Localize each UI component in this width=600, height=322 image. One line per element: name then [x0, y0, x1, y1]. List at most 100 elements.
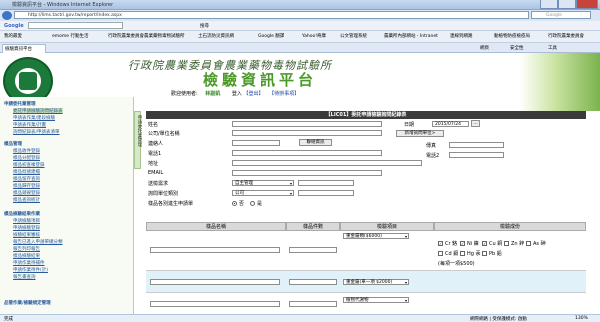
checkbox-hg[interactable]: [460, 251, 465, 256]
checkbox-as[interactable]: [526, 241, 531, 246]
sidebar-item[interactable]: 樣品收件登錄: [13, 148, 40, 154]
sidebar-item[interactable]: 樣品批號建檔: [13, 169, 40, 175]
sidebar-item[interactable]: 報告書查詢: [13, 274, 36, 280]
search-input[interactable]: Google: [531, 11, 591, 19]
checkbox-pb[interactable]: [482, 251, 487, 256]
sidebar-item[interactable]: 申請表作業/計畫: [13, 122, 46, 128]
sidebar-toggle-tab[interactable]: 申請委托業管理: [134, 111, 142, 169]
sample-name-field[interactable]: [150, 247, 280, 253]
checkbox-cu[interactable]: ✓: [482, 241, 487, 246]
sidebar-section-title[interactable]: 樣品檢驗結果作業: [4, 211, 40, 217]
address-row: http://lims.tactri.gov.tw/report/Index.a…: [0, 10, 600, 21]
address-field[interactable]: [232, 160, 422, 166]
sidebar-item[interactable]: 報告列印報告: [13, 246, 40, 252]
new-company-button[interactable]: 新增詢問單位>: [396, 130, 444, 137]
sidebar-item[interactable]: 樣品留存查詢: [13, 176, 40, 182]
checkbox-ni[interactable]: ✓: [460, 241, 465, 246]
sidebar-item[interactable]: 申請檢驗項目: [13, 218, 40, 224]
favorite-item[interactable]: 土石流防災資訊網: [198, 33, 234, 39]
radio-no[interactable]: [232, 201, 237, 206]
col-sample-name: 樣品名稱: [146, 222, 286, 231]
sample-name-field[interactable]: [150, 301, 280, 307]
radio-yes[interactable]: [250, 201, 255, 206]
test-item-select[interactable]: 重金屬類($6000): [343, 233, 409, 239]
client-type-other-field[interactable]: [298, 190, 354, 196]
minimize-button[interactable]: [540, 0, 558, 9]
sidebar-item[interactable]: 申請檢驗登錄: [13, 225, 40, 231]
sidebar-section-title[interactable]: 申請委托業管理: [4, 101, 36, 107]
sidebar-item[interactable]: 申請作業待件(計): [13, 267, 48, 273]
favorite-item[interactable]: 公文管理系統: [340, 33, 367, 39]
sidebar-item[interactable]: 樣品分配登錄: [13, 155, 40, 161]
sidebar-item[interactable]: 樣品檢驗結果: [13, 253, 40, 259]
date-value: 2015/07/24: [435, 122, 461, 127]
email-field[interactable]: [232, 170, 382, 176]
safety-menu[interactable]: 安全性: [510, 45, 524, 51]
delivery-label: 送檢需求: [148, 181, 169, 187]
checkbox-cr[interactable]: ✓: [438, 241, 443, 246]
date-field[interactable]: 2015/07/24: [432, 121, 469, 127]
tools-menu[interactable]: 工具: [548, 45, 557, 51]
contact-field[interactable]: [232, 140, 280, 146]
fax-field[interactable]: [449, 142, 504, 148]
calendar-button[interactable]: …: [471, 120, 480, 127]
google-logo: Google: [4, 23, 24, 29]
test-item-select[interactable]: 重金屬(單一項 $2000): [343, 279, 409, 285]
history-label: 樣品各別進生申請單: [148, 201, 194, 207]
delivery-other-field[interactable]: [298, 180, 354, 186]
maximize-button[interactable]: [558, 0, 576, 9]
client-type-select[interactable]: 公司: [232, 190, 294, 196]
sidebar-item[interactable]: 申請作業待補件: [13, 260, 45, 266]
favorite-item[interactable]: 動植物防疫檢疫局: [494, 33, 530, 39]
tab-active[interactable]: 檢驗資訊平台: [2, 44, 46, 53]
phone1-label: 電話1: [148, 151, 162, 157]
google-search-input[interactable]: [28, 22, 123, 29]
phone1-field[interactable]: [232, 150, 382, 156]
user-line: 歡迎使用者: 林副凱 登入 【登出】 【待辦事項】: [171, 90, 299, 97]
favorite-item[interactable]: 我的最愛: [4, 33, 22, 39]
sample-count-field[interactable]: [289, 247, 337, 253]
sidebar-item[interactable]: 樣品查詢統計: [13, 197, 40, 203]
sidebar-section-title[interactable]: 樣品管理: [4, 141, 22, 147]
favorite-item[interactable]: emome 行動生活: [52, 33, 89, 39]
checkbox-cd[interactable]: [438, 251, 443, 256]
sample-name-field[interactable]: [150, 279, 280, 285]
logout-link[interactable]: 【登出】: [244, 91, 264, 97]
sidebar-item-selected[interactable]: 委託申請檢驗詢問紀錄表: [13, 108, 63, 114]
test-item-select[interactable]: 植物代謝物: [343, 297, 409, 303]
sidebar-item[interactable]: 樣品歸存登錄: [13, 183, 40, 189]
tab-row: 檢驗資訊平台 網頁 安全性 工具: [0, 43, 600, 53]
sidebar-item[interactable]: 報告已進入申請單總分類: [13, 239, 63, 245]
name-field[interactable]: [232, 121, 382, 127]
favorite-item[interactable]: 農藥所內部網站 - Intranet: [384, 33, 438, 39]
back-icon[interactable]: [2, 11, 12, 20]
email-label: EMAIL: [148, 170, 164, 176]
company-field[interactable]: [232, 130, 382, 136]
sample-count-field[interactable]: [289, 279, 337, 285]
element-label: Hg 汞: [467, 251, 481, 257]
sample-count-field[interactable]: [289, 301, 337, 307]
favorite-item[interactable]: Google 翻譯: [258, 33, 284, 39]
favorite-item[interactable]: 行政院農業委員會農業藥物毒物試驗所: [108, 33, 185, 39]
form-title: 【LIC01】委託申請檢驗詢問紀錄表: [146, 111, 586, 119]
google-search-button[interactable]: 搜尋: [200, 23, 209, 29]
favorite-item[interactable]: 連線到網路: [450, 33, 473, 39]
delivery-select[interactable]: 自主管理: [232, 180, 294, 186]
sidebar-item[interactable]: 樣品銷毀登錄: [13, 190, 40, 196]
close-button[interactable]: [576, 0, 598, 9]
sidebar-section-title[interactable]: 品管作業/檢驗規定管理: [4, 300, 51, 306]
phone2-field[interactable]: [449, 152, 504, 158]
favorite-item[interactable]: Yahoo!奇摩: [302, 33, 326, 39]
sidebar-item[interactable]: 詢問紀錄表/申請表清單: [13, 129, 60, 135]
sidebar-item[interactable]: 檢驗結果審核: [13, 232, 40, 238]
page-menu[interactable]: 網頁: [480, 45, 489, 51]
checkbox-zn[interactable]: [504, 241, 509, 246]
zoom-level[interactable]: 130%: [575, 316, 588, 321]
favorite-item[interactable]: 行政院農業委員會: [548, 33, 584, 39]
table-row: 重金屬(單一項 $2000): [146, 271, 586, 293]
todo-link[interactable]: 【待辦事項】: [269, 91, 299, 97]
address-bar[interactable]: http://lims.tactri.gov.tw/report/Index.a…: [14, 11, 529, 19]
sidebar-item[interactable]: 樣品初查複登錄: [13, 162, 45, 168]
sidebar-item[interactable]: 申請表作業/建段檢驗: [13, 115, 55, 121]
contact-info-button[interactable]: 聯絡資訊: [299, 139, 332, 146]
